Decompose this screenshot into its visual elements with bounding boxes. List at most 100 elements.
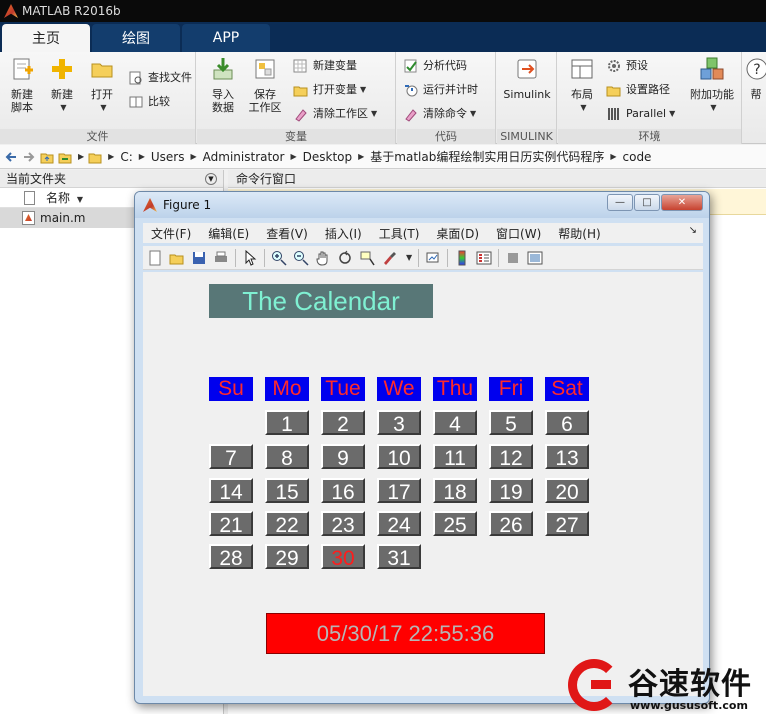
day-button[interactable]: 28 [209,544,253,570]
dock-arrow-icon[interactable]: ↘ [689,225,697,236]
tab-home[interactable]: 主页 [2,24,90,52]
hide-plot-tools-icon[interactable] [505,250,521,266]
legend-icon[interactable] [476,250,492,266]
layout-button[interactable]: 布局 ▼ [562,56,602,114]
new-button[interactable]: 新建 ▼ [42,56,82,114]
day-button[interactable]: 26 [489,511,533,537]
run-and-time-button[interactable]: 运行并计时 [403,80,478,100]
rotate-3d-icon[interactable] [337,250,353,266]
maximize-button[interactable]: □ [634,194,660,211]
menu-edit[interactable]: 编辑(E) [208,225,249,242]
day-button[interactable]: 9 [321,444,365,470]
breadcrumb-code[interactable]: code [623,150,652,164]
day-button[interactable]: 21 [209,511,253,537]
new-variable-button[interactable]: 新建变量 [293,56,357,76]
day-button[interactable]: 3 [377,410,421,436]
find-files-button[interactable]: 查找文件 [128,68,192,88]
sort-arrow-icon: ▼ [76,195,83,204]
forward-arrow-icon[interactable] [22,150,36,164]
day-button[interactable]: 19 [489,478,533,504]
back-arrow-icon[interactable] [4,150,18,164]
tab-plots[interactable]: 绘图 [92,24,180,52]
day-button[interactable]: 31 [377,544,421,570]
breadcrumb-users[interactable]: Users [151,150,185,164]
menu-window[interactable]: 窗口(W) [496,225,541,242]
set-path-button[interactable]: 设置路径 [606,80,670,100]
browse-folder-icon[interactable] [58,150,72,164]
chevron-down-icon: ▼ [580,103,587,112]
day-button[interactable]: 2 [321,410,365,436]
menu-desktop[interactable]: 桌面(D) [436,225,479,242]
parallel-button[interactable]: Parallel ▼ [606,104,675,124]
menu-help[interactable]: 帮助(H) [558,225,600,242]
day-button[interactable]: 20 [545,478,589,504]
show-plot-tools-icon[interactable] [527,250,543,266]
link-plot-icon[interactable] [425,250,441,266]
day-button[interactable]: 5 [489,410,533,436]
colorbar-icon[interactable] [454,250,470,266]
simulink-button[interactable]: Simulink [501,56,553,101]
import-data-button[interactable]: 导入 数据 [203,56,243,114]
brush-icon[interactable] [381,250,397,266]
day-button[interactable]: 27 [545,511,589,537]
day-button[interactable]: 18 [433,478,477,504]
data-cursor-icon[interactable] [359,250,375,266]
day-button[interactable]: 13 [545,444,589,470]
name-column-label: 名称 [46,191,71,205]
chevron-down-icon[interactable]: ▼ [406,253,412,262]
day-button[interactable]: 15 [265,478,309,504]
day-button[interactable]: 16 [321,478,365,504]
new-script-label: 新建 脚本 [11,88,33,114]
minimize-button[interactable]: — [607,194,633,211]
breadcrumb-drive[interactable]: C: [120,150,132,164]
clear-commands-button[interactable]: 清除命令 ▼ [403,104,476,124]
open-button[interactable]: 打开 ▼ [82,56,122,114]
figure-title-bar[interactable]: Figure 1 — □ ✕ [135,192,709,218]
help-button[interactable]: ? 帮 [744,56,766,101]
panel-menu-icon[interactable]: ▼ [205,173,217,185]
day-button[interactable]: 23 [321,511,365,537]
day-button[interactable]: 24 [377,511,421,537]
day-button[interactable]: 7 [209,444,253,470]
preferences-button[interactable]: 预设 [606,56,648,76]
compare-button[interactable]: 比较 [128,92,170,112]
day-button[interactable]: 8 [265,444,309,470]
addons-button[interactable]: 附加功能 ▼ [686,56,738,114]
save-icon[interactable] [191,250,207,266]
pan-hand-icon[interactable] [315,250,331,266]
day-button[interactable]: 14 [209,478,253,504]
toolbar-separator [498,248,500,267]
day-button[interactable]: 17 [377,478,421,504]
menu-view[interactable]: 查看(V) [266,225,308,242]
day-button[interactable]: 22 [265,511,309,537]
day-button[interactable]: 12 [489,444,533,470]
menu-file[interactable]: 文件(F) [151,225,191,242]
breadcrumb-project-folder[interactable]: 基于matlab编程绘制实用日历实例代码程序 [370,148,604,165]
zoom-in-icon[interactable] [271,250,287,266]
zoom-out-icon[interactable] [293,250,309,266]
menu-tools[interactable]: 工具(T) [379,225,420,242]
day-button[interactable]: 25 [433,511,477,537]
up-folder-icon[interactable] [40,150,54,164]
new-script-button[interactable]: 新建 脚本 [2,56,42,114]
pointer-icon[interactable] [242,249,258,266]
print-icon[interactable] [213,250,229,266]
breadcrumb-desktop[interactable]: Desktop [303,150,353,164]
tab-apps[interactable]: APP [182,24,270,52]
day-button[interactable]: 10 [377,444,421,470]
open-file-icon[interactable] [169,250,185,266]
save-workspace-button[interactable]: 保存 工作区 [245,56,285,114]
new-figure-icon[interactable] [147,250,163,266]
open-variable-button[interactable]: 打开变量 ▼ [293,80,366,100]
analyze-code-button[interactable]: 分析代码 [403,56,467,76]
clear-workspace-button[interactable]: 清除工作区 ▼ [293,104,377,124]
close-button[interactable]: ✕ [661,194,703,211]
menu-insert[interactable]: 插入(I) [325,225,362,242]
day-button[interactable]: 29 [265,544,309,570]
day-button[interactable]: 11 [433,444,477,470]
day-button[interactable]: 4 [433,410,477,436]
day-button[interactable]: 1 [265,410,309,436]
today-day-button[interactable]: 30 [321,544,365,570]
breadcrumb-administrator[interactable]: Administrator [203,150,285,164]
day-button[interactable]: 6 [545,410,589,436]
